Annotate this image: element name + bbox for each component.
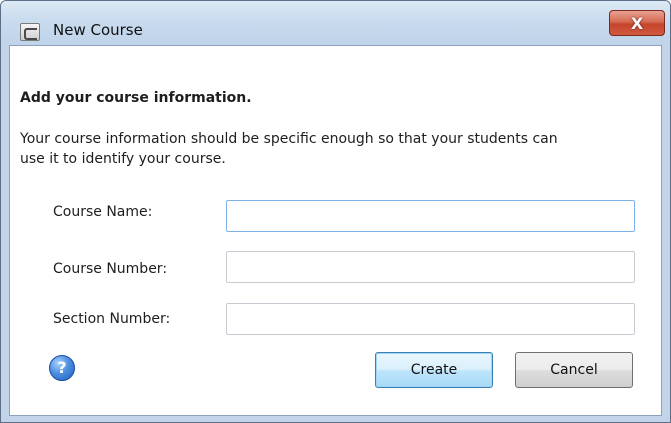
- close-button[interactable]: X: [609, 10, 665, 36]
- cancel-button[interactable]: Cancel: [515, 352, 633, 388]
- section-number-label: Section Number:: [53, 311, 171, 327]
- app-icon: [20, 23, 40, 41]
- form-heading: Add your course information.: [20, 90, 252, 106]
- new-course-dialog: New Course X Add your course information…: [0, 0, 671, 423]
- title-bar[interactable]: New Course X: [1, 1, 670, 45]
- help-icon[interactable]: ?: [49, 355, 75, 381]
- course-name-input[interactable]: [226, 200, 635, 232]
- window-title: New Course: [53, 21, 143, 39]
- create-button[interactable]: Create: [375, 352, 493, 388]
- close-icon: X: [630, 13, 644, 33]
- section-number-input[interactable]: [226, 303, 635, 335]
- course-name-label: Course Name:: [53, 204, 153, 220]
- dialog-body: Add your course information. Your course…: [9, 45, 662, 416]
- course-number-label: Course Number:: [53, 261, 168, 277]
- form-description: Your course information should be specif…: [20, 131, 558, 167]
- course-number-input[interactable]: [226, 251, 635, 283]
